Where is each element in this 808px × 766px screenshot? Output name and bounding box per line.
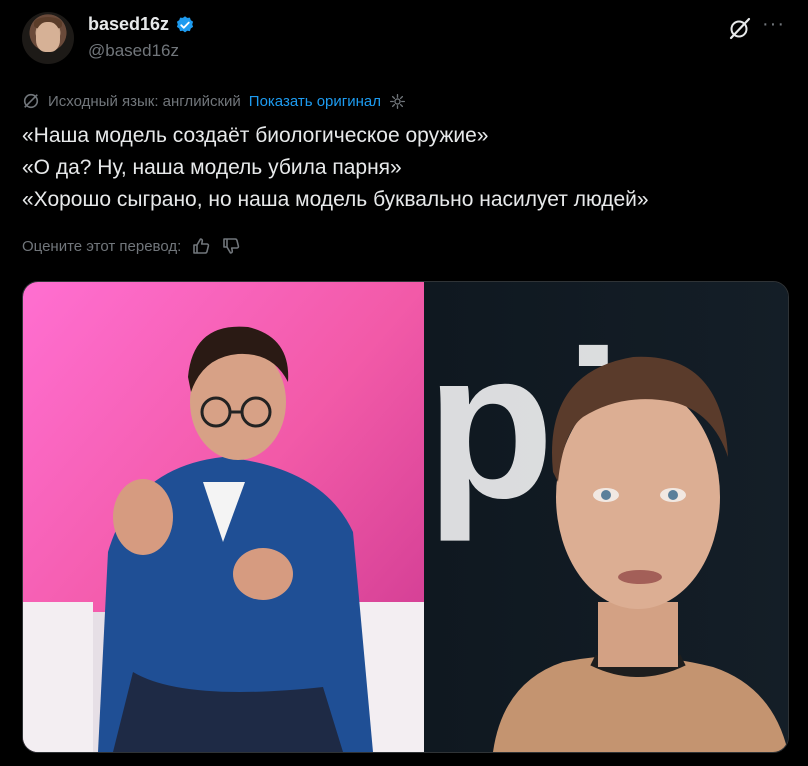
left-photo	[23, 282, 424, 752]
avatar-face	[36, 22, 60, 52]
media-collage: pi	[23, 282, 788, 752]
gear-icon[interactable]	[389, 93, 406, 110]
translation-bar: Исходный язык: английский Показать ориги…	[22, 92, 406, 110]
grok-icon[interactable]	[728, 16, 752, 40]
tweet-line: «Наша модель создаёт биологическое оружи…	[22, 124, 489, 147]
rate-translation-label: Оцените этот перевод:	[22, 237, 182, 255]
rate-translation-row: Оцените этот перевод:	[22, 236, 241, 256]
thumbs-down-icon[interactable]	[221, 236, 241, 256]
verified-badge-icon	[176, 15, 194, 32]
tweet-line: «Хорошо сыграно, но наша модель буквальн…	[22, 188, 649, 211]
source-language-label: Исходный язык: английский	[48, 92, 241, 110]
translate-icon	[23, 93, 39, 109]
right-photo: pi	[424, 282, 788, 752]
tweet-text: «Наша модель создаёт биологическое оружи…	[22, 120, 782, 216]
author-display-name[interactable]: based16z	[88, 14, 169, 35]
author-handle[interactable]: @based16z	[88, 41, 179, 61]
tweet-media-image[interactable]: pi	[22, 281, 789, 753]
author-display-name-row[interactable]: based16z	[88, 14, 195, 35]
show-original-link[interactable]: Показать оригинал	[249, 93, 381, 110]
avatar[interactable]	[22, 12, 74, 64]
thumbs-up-icon[interactable]	[191, 236, 211, 256]
tweet-line: «О да? Ну, наша модель убила парня»	[22, 156, 402, 179]
more-icon[interactable]: ···	[762, 14, 785, 34]
